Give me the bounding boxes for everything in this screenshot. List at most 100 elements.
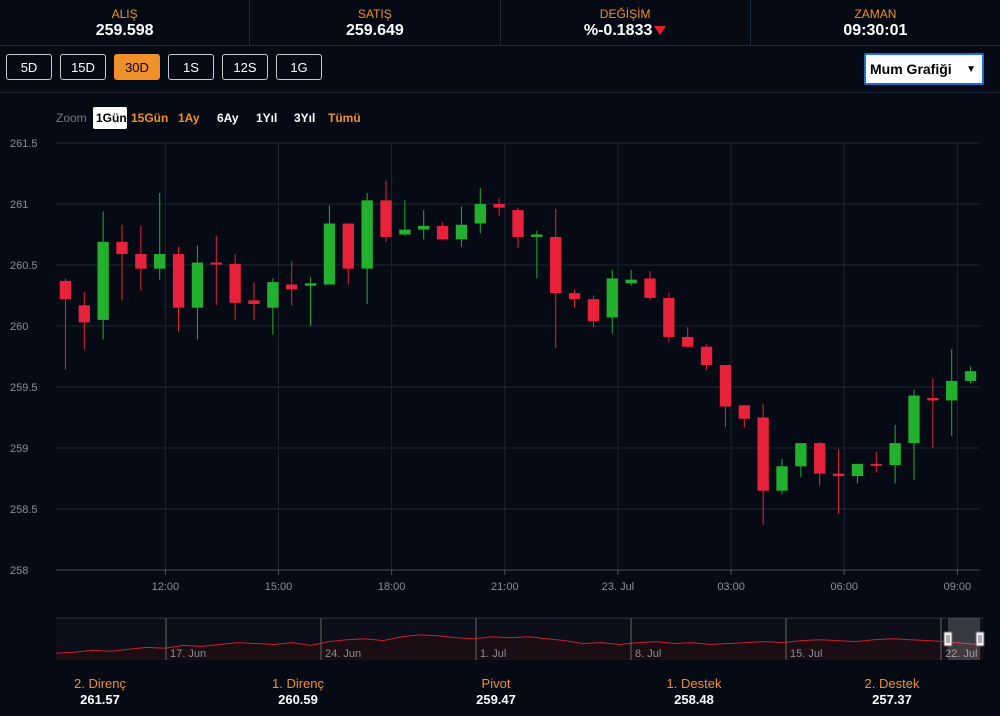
candle-body-up bbox=[795, 443, 807, 467]
candle-body-up bbox=[323, 223, 336, 285]
candle-body-down bbox=[814, 443, 826, 474]
candle-body-down bbox=[229, 263, 241, 303]
candle-body-up bbox=[776, 466, 788, 491]
chart-grid bbox=[56, 142, 980, 571]
candle-body-up bbox=[851, 463, 864, 477]
zoom-selector: Zoom 1Gün 15Gün 1Ay 6Ay 1Yıl 3Yıl Tümü bbox=[56, 107, 361, 129]
level-value: 260.59 bbox=[278, 692, 318, 707]
navigator-label: 24. Jun bbox=[325, 648, 361, 660]
y-tick-label: 261.5 bbox=[10, 138, 38, 150]
zoom-label: Zoom bbox=[56, 111, 87, 125]
candle-body-down bbox=[78, 305, 90, 323]
level-value: 257.37 bbox=[872, 692, 912, 707]
navigator-handle[interactable] bbox=[975, 631, 985, 647]
level-support-2: 2. Destek 257.37 bbox=[852, 676, 932, 707]
candle-body-down bbox=[550, 236, 562, 294]
y-tick-label: 259 bbox=[10, 443, 28, 455]
candle-body-up bbox=[418, 225, 430, 230]
level-resistance-1: 1. Direnç 260.59 bbox=[258, 676, 338, 707]
candle-body-down bbox=[286, 284, 298, 290]
candle-body-down bbox=[172, 254, 185, 308]
candle-body-down bbox=[757, 417, 769, 491]
level-pivot: Pivot 259.47 bbox=[456, 676, 536, 707]
level-label: 2. Direnç bbox=[73, 676, 127, 691]
x-tick-label: 06:00 bbox=[830, 581, 858, 593]
navigator-window bbox=[948, 618, 980, 660]
candle-body-up bbox=[625, 279, 637, 284]
candle-body-down bbox=[436, 225, 449, 240]
candle-body-up bbox=[474, 204, 486, 224]
y-tick-label: 258 bbox=[10, 565, 28, 577]
zoom-option-1yil[interactable]: 1Yıl bbox=[256, 111, 277, 125]
x-tick-label: 21:00 bbox=[491, 581, 519, 593]
navigator-label: 8. Jul bbox=[635, 648, 661, 660]
candle-body-up bbox=[889, 443, 901, 466]
pivot-levels: 2. Direnç 261.57 1. Direnç 260.59 Pivot … bbox=[0, 676, 1000, 716]
y-tick-label: 259.5 bbox=[10, 382, 38, 394]
candle-body-down bbox=[116, 241, 128, 255]
candle-body-down bbox=[59, 280, 72, 300]
candle-body-down bbox=[927, 397, 939, 401]
navigator-label: 17. Jun bbox=[170, 648, 206, 660]
level-support-1: 1. Destek 258.48 bbox=[654, 676, 734, 707]
candle-body-down bbox=[135, 254, 147, 269]
candle-body-down bbox=[587, 299, 600, 322]
zoom-option-15gun[interactable]: 15Gün bbox=[131, 111, 168, 125]
x-tick-label: 12:00 bbox=[152, 581, 180, 593]
candle-body-down bbox=[248, 300, 260, 305]
candle-body-down bbox=[738, 405, 750, 419]
y-axis: 261.5 261 260.5 260 259.5 259 258.5 258 bbox=[10, 138, 38, 577]
candle-body-up bbox=[531, 234, 543, 237]
candle-body-up bbox=[267, 282, 279, 308]
candlestick-chart: Zoom 1Gün 15Gün 1Ay 6Ay 1Yıl 3Yıl Tümü 2… bbox=[10, 107, 985, 660]
x-tick-label: 09:00 bbox=[944, 581, 972, 593]
candle-body-up bbox=[946, 380, 958, 401]
candles bbox=[59, 180, 977, 525]
candle-body-up bbox=[455, 224, 468, 240]
y-tick-label: 260 bbox=[10, 321, 28, 333]
candle-body-down bbox=[663, 297, 675, 337]
y-tick-label: 258.5 bbox=[10, 504, 38, 516]
zoom-option-6ay[interactable]: 6Ay bbox=[217, 111, 239, 125]
candle-body-up bbox=[606, 278, 618, 318]
level-label: Pivot bbox=[481, 676, 511, 691]
level-label: 1. Destek bbox=[666, 676, 722, 691]
candle-body-up bbox=[908, 395, 920, 444]
zoom-option-1gun[interactable]: 1Gün bbox=[96, 111, 127, 125]
zoom-option-3yil[interactable]: 3Yıl bbox=[294, 111, 315, 125]
y-tick-label: 260.5 bbox=[10, 260, 38, 272]
candle-body-down bbox=[682, 336, 694, 347]
navigator[interactable]: 17. Jun24. Jun1. Jul8. Jul15. Jul22. Jul bbox=[55, 617, 985, 660]
candle-body-up bbox=[964, 371, 977, 381]
candle-body-up bbox=[361, 200, 373, 269]
candle-body-up bbox=[97, 241, 109, 320]
level-value: 258.48 bbox=[674, 692, 714, 707]
level-resistance-2: 2. Direnç 261.57 bbox=[60, 676, 140, 707]
zoom-option-1ay[interactable]: 1Ay bbox=[178, 111, 200, 125]
x-tick-label: 03:00 bbox=[717, 581, 745, 593]
candle-body-up bbox=[399, 229, 411, 235]
level-value: 261.57 bbox=[80, 692, 120, 707]
candle-body-down bbox=[493, 204, 505, 208]
candle-body-down bbox=[870, 463, 882, 466]
navigator-handle[interactable] bbox=[943, 631, 953, 647]
candle-body-down bbox=[210, 262, 222, 265]
x-axis: 12:00 15:00 18:00 21:00 23. Jul 03:00 06:00 09:… bbox=[56, 569, 980, 593]
candle-body-down bbox=[832, 473, 845, 477]
candle-body-down bbox=[644, 278, 656, 298]
candle-body-down bbox=[512, 210, 524, 237]
x-tick-label: 15:00 bbox=[265, 581, 293, 593]
navigator-label: 1. Jul bbox=[480, 648, 506, 660]
candle-body-down bbox=[568, 293, 581, 300]
candle-body-down bbox=[342, 223, 354, 269]
candle-body-up bbox=[191, 262, 204, 308]
zoom-option-tumu[interactable]: Tümü bbox=[328, 111, 361, 125]
candle-body-down bbox=[719, 365, 732, 407]
level-label: 1. Direnç bbox=[271, 676, 325, 691]
candle-body-up bbox=[304, 283, 317, 286]
navigator-label: 15. Jul bbox=[790, 648, 822, 660]
x-tick-label: 23. Jul bbox=[602, 581, 634, 593]
x-tick-label: 18:00 bbox=[378, 581, 406, 593]
candle-body-up bbox=[154, 254, 166, 269]
y-tick-label: 261 bbox=[10, 199, 28, 211]
